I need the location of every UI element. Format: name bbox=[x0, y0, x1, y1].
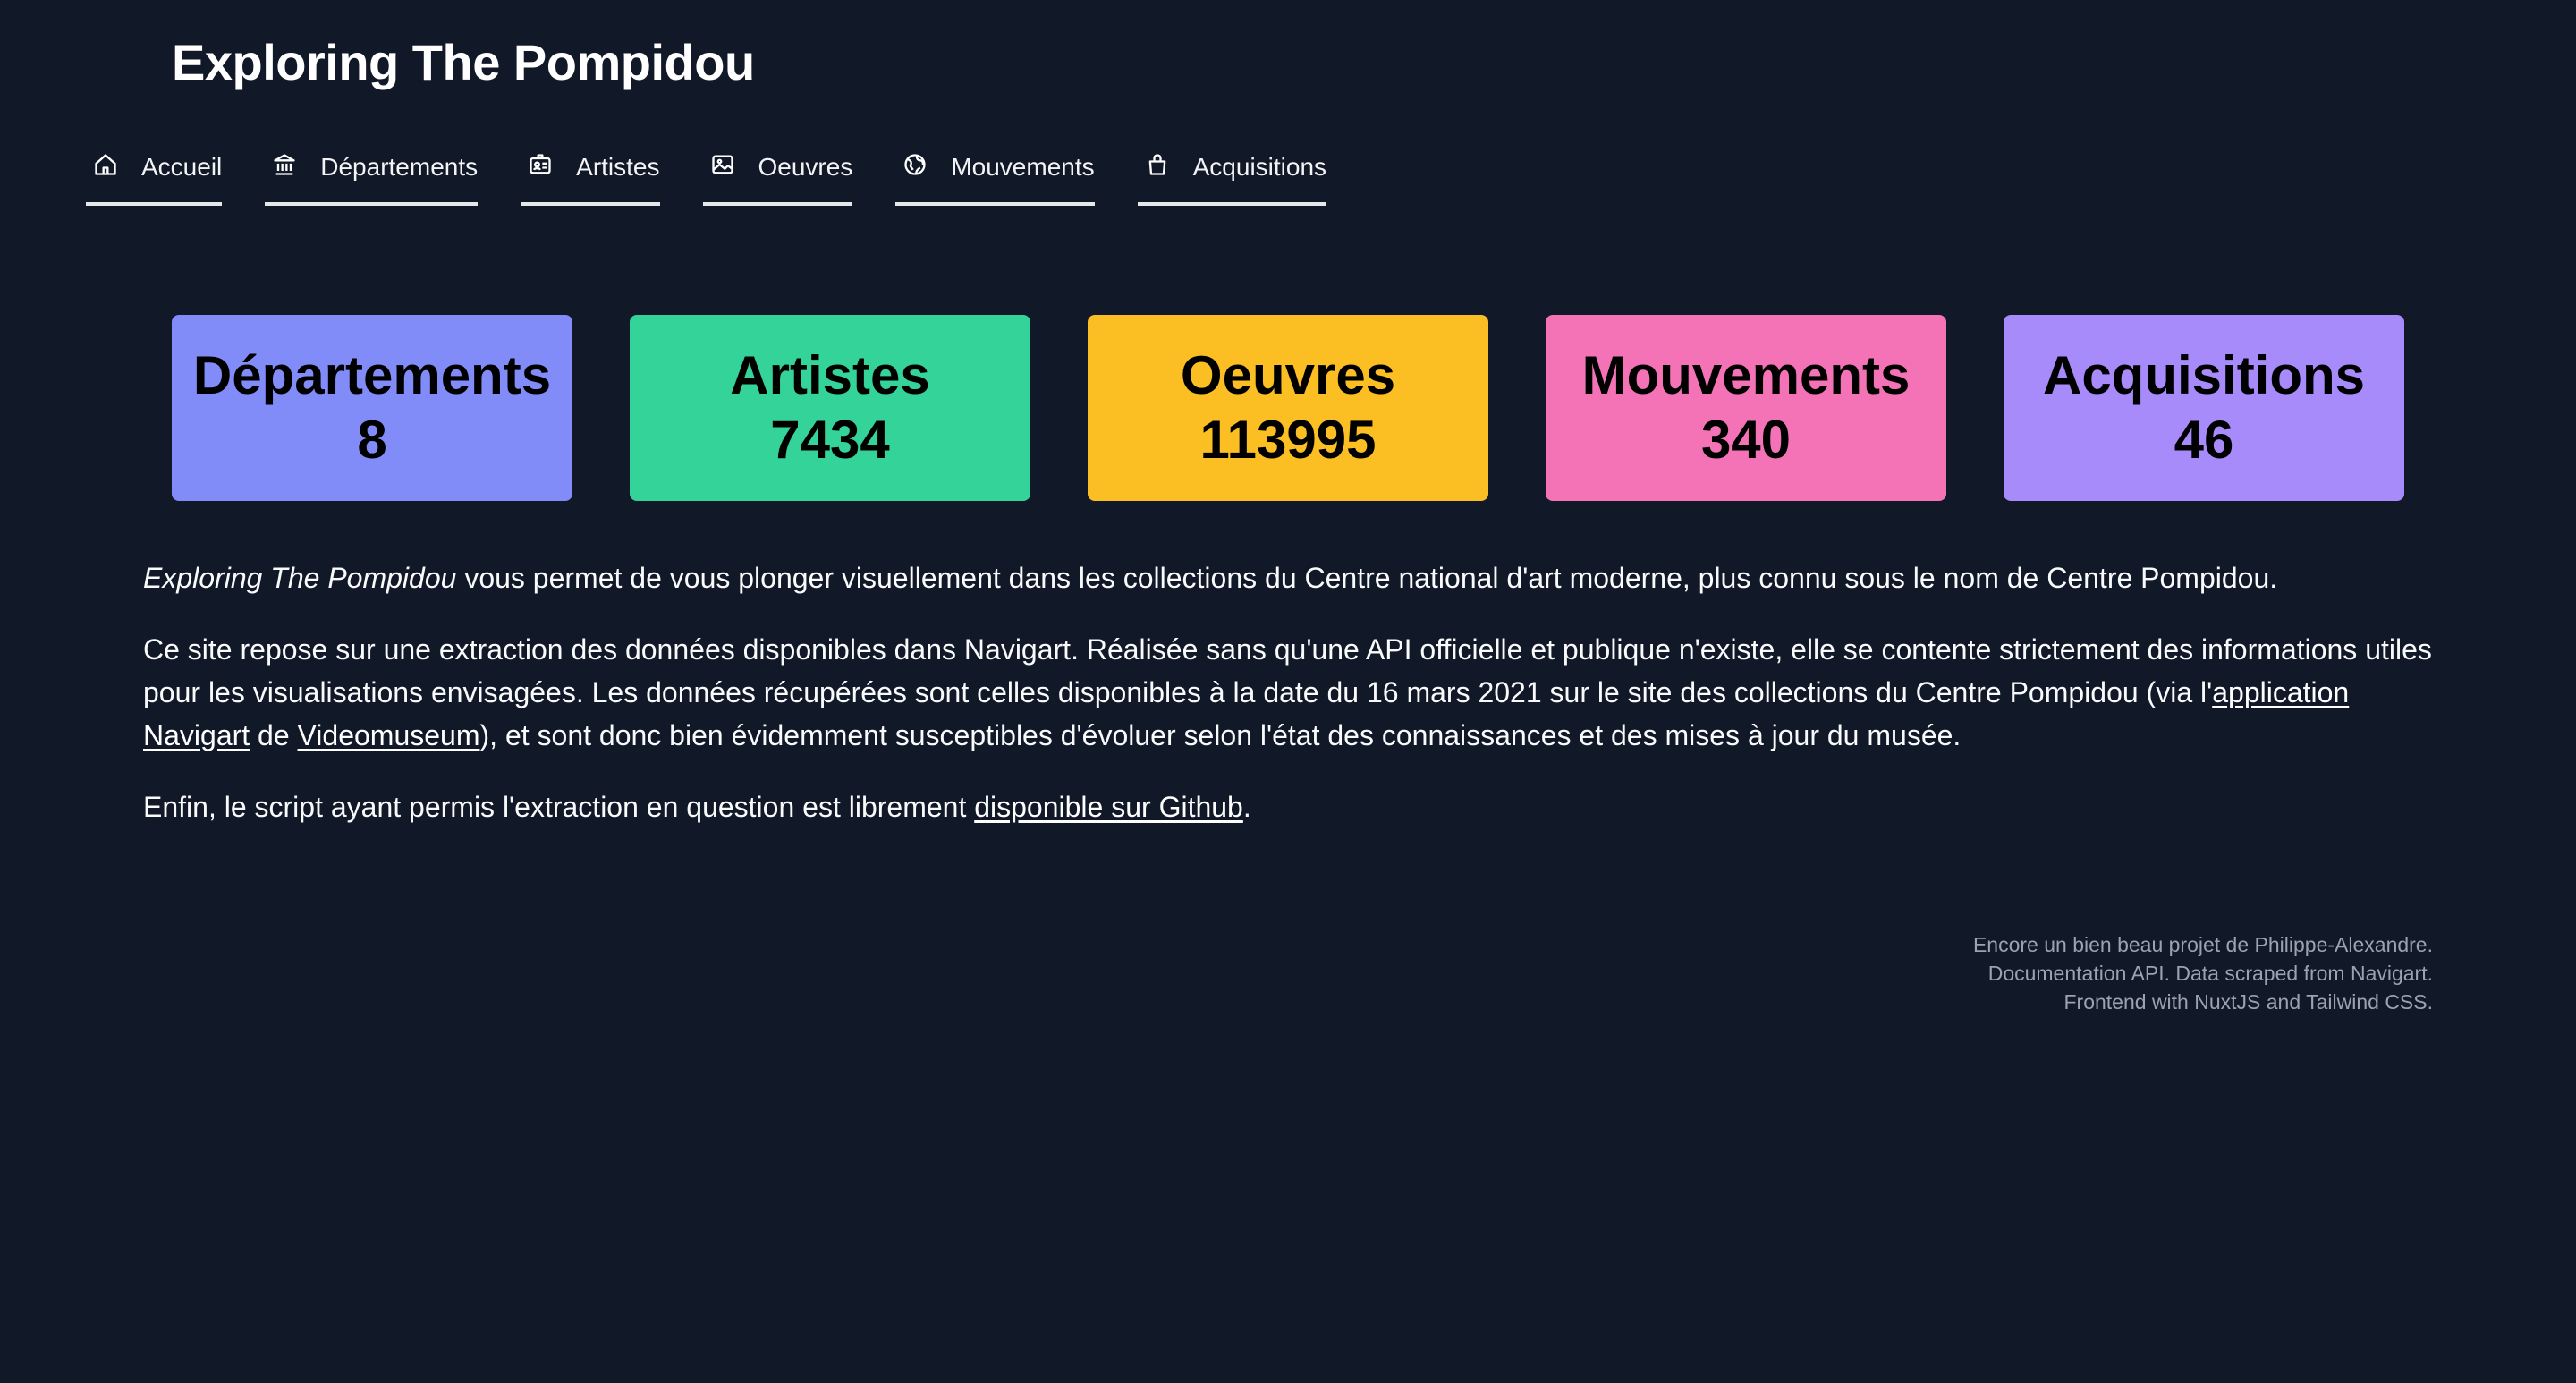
nav-item-departements[interactable]: Départements bbox=[265, 132, 479, 206]
stat-label: Acquisitions bbox=[2042, 345, 2366, 405]
nav-item-artistes[interactable]: Artistes bbox=[521, 132, 660, 206]
stat-value: 113995 bbox=[1199, 410, 1377, 470]
intro-content: Exploring The Pompidou vous permet de vo… bbox=[143, 556, 2433, 857]
nav-label: Accueil bbox=[141, 153, 223, 181]
stat-card-oeuvres[interactable]: Oeuvres 113995 bbox=[1088, 315, 1488, 501]
footer-credit: Encore un bien beau projet de Philippe-A… bbox=[1972, 933, 2433, 956]
stat-value: 7434 bbox=[770, 410, 890, 470]
footer: Encore un bien beau projet de Philippe-A… bbox=[1973, 930, 2433, 1016]
stat-value: 8 bbox=[357, 410, 387, 470]
intro-paragraph: Exploring The Pompidou vous permet de vo… bbox=[143, 556, 2433, 599]
intro-text: vous permet de vous plonger visuellement… bbox=[456, 562, 2278, 594]
nav-item-acquisitions[interactable]: Acquisitions bbox=[1137, 132, 1327, 206]
site-title: Exploring The Pompidou bbox=[172, 34, 755, 90]
footer-documentation: Documentation API. Data scraped from Nav… bbox=[1987, 962, 2433, 985]
stat-value: 340 bbox=[1700, 410, 1792, 470]
github-text-before: Enfin, le script ayant permis l'extracti… bbox=[143, 791, 975, 823]
source-paragraph: Ce site repose sur une extraction des do… bbox=[143, 628, 2433, 757]
nav-label: Oeuvres bbox=[758, 153, 853, 181]
image-icon bbox=[711, 155, 733, 174]
main-nav: Accueil Départements Artistes Oeuvres Mo… bbox=[86, 132, 1327, 206]
stat-value: 46 bbox=[2174, 410, 2234, 470]
nav-label: Acquisitions bbox=[1192, 153, 1327, 181]
github-text-after: . bbox=[1242, 791, 1251, 823]
nav-item-mouvements[interactable]: Mouvements bbox=[895, 132, 1095, 206]
stat-card-acquisitions[interactable]: Acquisitions 46 bbox=[2004, 315, 2404, 501]
stat-label: Artistes bbox=[730, 345, 930, 405]
source-text-after: ), et sont donc bien évidemment suscepti… bbox=[479, 719, 1962, 751]
nav-item-accueil[interactable]: Accueil bbox=[86, 132, 223, 206]
nav-label: Artistes bbox=[576, 153, 660, 181]
stat-label: Mouvements bbox=[1581, 345, 1911, 405]
building-icon bbox=[274, 154, 295, 175]
id-card-icon bbox=[530, 154, 551, 174]
github-paragraph: Enfin, le script ayant permis l'extracti… bbox=[143, 785, 2433, 828]
source-text-before: Ce site repose sur une extraction des do… bbox=[143, 633, 2432, 708]
github-link[interactable]: disponible sur Github bbox=[974, 791, 1243, 823]
nav-label: Départements bbox=[320, 153, 479, 181]
stat-label: Départements bbox=[192, 345, 552, 405]
stat-label: Oeuvres bbox=[1180, 345, 1396, 405]
footer-stack: Frontend with NuxtJS and Tailwind CSS. bbox=[2063, 990, 2434, 1014]
videomuseum-link[interactable]: Videomuseum bbox=[298, 719, 480, 751]
stat-card-mouvements[interactable]: Mouvements 340 bbox=[1546, 315, 1946, 501]
source-text-mid: de bbox=[250, 719, 298, 751]
home-icon bbox=[95, 154, 116, 175]
nav-label: Mouvements bbox=[951, 153, 1095, 181]
nav-item-oeuvres[interactable]: Oeuvres bbox=[702, 132, 853, 206]
stats-row: Départements 8 Artistes 7434 Oeuvres 113… bbox=[172, 315, 2404, 501]
site-name-emphasis: Exploring The Pompidou bbox=[143, 562, 457, 594]
stat-card-artistes[interactable]: Artistes 7434 bbox=[630, 315, 1030, 501]
shopping-bag-icon bbox=[1148, 154, 1165, 175]
globe-icon bbox=[904, 154, 926, 175]
stat-card-departements[interactable]: Départements 8 bbox=[172, 315, 572, 501]
